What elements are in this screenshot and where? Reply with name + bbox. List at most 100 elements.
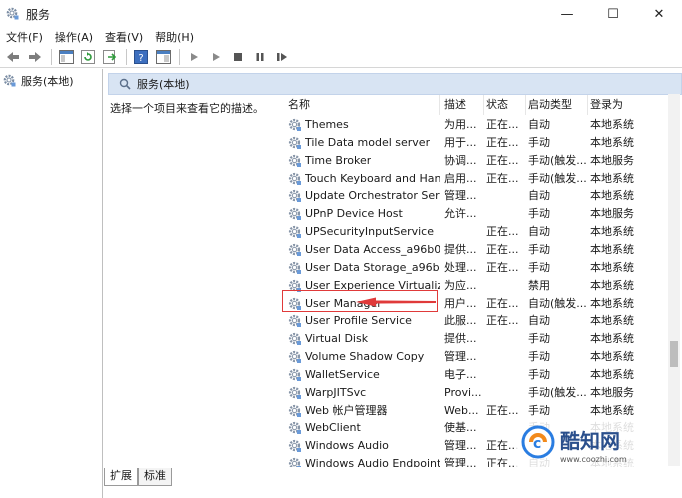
cell-description: Provi... xyxy=(444,385,482,399)
table-row[interactable]: Tile Data model server 用于... 正在... 手动 本地系统 xyxy=(284,134,666,152)
cell-startup-type: 自动 xyxy=(528,225,550,239)
cell-logon-as: 本地系统 xyxy=(590,367,634,381)
scrollbar-thumb[interactable] xyxy=(670,341,678,367)
close-button[interactable]: ✕ xyxy=(636,0,682,28)
cell-status xyxy=(486,205,526,223)
services-list: 名称 描述 状态 启动类型 登录为 Themes 为用... 正在... 自动 本地系统… xyxy=(284,95,666,467)
table-row[interactable]: User Data Access_a96b046 提供... 正在... 手动 本地系统 xyxy=(284,241,666,259)
forward-button[interactable] xyxy=(26,48,44,66)
cell-description: 协调... xyxy=(444,153,477,167)
menu-file[interactable]: 文件(F) xyxy=(0,29,49,45)
cell-startup-type: 禁用 xyxy=(528,278,550,292)
service-gear-icon xyxy=(288,261,301,274)
cell-startup-type: 自动(触发... xyxy=(528,296,587,310)
cell-logon-as: 本地系统 xyxy=(590,314,634,328)
cell-logon-as: 本地系统 xyxy=(590,135,634,149)
table-row[interactable]: User Profile Service 此服... 正在... 自动 本地系统 xyxy=(284,312,666,330)
table-row[interactable]: WalletService 电子... 手动 本地系统 xyxy=(284,366,666,384)
start-service-button[interactable] xyxy=(185,48,203,66)
service-name: WalletService xyxy=(305,367,380,381)
service-name: Windows Audio xyxy=(305,439,389,453)
export-list-button[interactable] xyxy=(101,48,119,66)
start-service-alt-button[interactable] xyxy=(207,48,225,66)
cell-startup-type: 手动 xyxy=(528,260,550,274)
svg-text:?: ? xyxy=(138,53,143,64)
column-header-name[interactable]: 名称 xyxy=(288,95,440,115)
service-gear-icon xyxy=(288,190,301,203)
table-row[interactable]: User Experience Virtualizat... 为应... 禁用 本地系… xyxy=(284,277,666,295)
service-name: Update Orchestrator Service xyxy=(305,189,440,203)
service-gear-icon xyxy=(288,136,301,149)
cell-description: 提供... xyxy=(444,242,477,256)
cell-description: 管理... xyxy=(444,439,477,453)
cell-status xyxy=(486,187,526,205)
cell-description: 启用... xyxy=(444,171,477,185)
service-name: Time Broker xyxy=(305,153,372,167)
service-name: User Data Access_a96b046 xyxy=(305,242,440,256)
minimize-button[interactable]: — xyxy=(544,0,590,28)
table-row[interactable]: User Manager 用户... 正在... 自动(触发... 本地系统 xyxy=(284,295,666,313)
refresh-button[interactable] xyxy=(79,48,97,66)
table-row[interactable]: User Data Storage_a96b046 处理... 正在... 手动 本地系… xyxy=(284,259,666,277)
arrow-left-icon xyxy=(7,51,19,62)
service-name: Tile Data model server xyxy=(305,135,431,149)
cell-startup-type: 自动 xyxy=(528,189,550,203)
column-header-status[interactable]: 状态 xyxy=(486,95,526,115)
cell-description xyxy=(444,223,484,241)
restart-icon xyxy=(277,52,287,61)
cell-name: Windows Audio xyxy=(288,437,440,455)
service-gear-icon xyxy=(288,225,301,239)
stop-service-button[interactable] xyxy=(229,48,247,66)
toolbar-separator xyxy=(179,48,180,65)
tab-standard[interactable]: 标准 xyxy=(138,468,172,486)
cell-startup-type: 手动 xyxy=(528,207,550,221)
tree-item-label: 服务(本地) xyxy=(21,75,74,88)
help-button[interactable]: ? xyxy=(132,48,150,66)
table-row[interactable]: Themes 为用... 正在... 自动 本地系统 xyxy=(284,116,666,134)
menu-action[interactable]: 操作(A) xyxy=(49,29,99,45)
cell-status: 正在... xyxy=(486,314,519,328)
cell-startup-type: 手动 xyxy=(528,403,550,417)
cell-status: 正在... xyxy=(486,242,519,256)
cell-logon-as: 本地系统 xyxy=(590,332,634,346)
service-gear-icon xyxy=(288,297,301,310)
column-header-startup-type[interactable]: 启动类型 xyxy=(528,95,588,115)
table-row[interactable]: Virtual Disk 提供... 手动 本地系统 xyxy=(284,330,666,348)
cell-description: 提供... xyxy=(444,332,477,346)
cell-description: 管理... xyxy=(444,350,477,364)
column-header-description[interactable]: 描述 xyxy=(444,95,484,115)
vertical-scrollbar[interactable] xyxy=(668,94,680,466)
restart-service-button[interactable] xyxy=(273,48,291,66)
service-gear-icon xyxy=(288,315,301,328)
table-row[interactable]: Volume Shadow Copy 管理... 手动 本地系统 xyxy=(284,348,666,366)
cell-logon-as: 本地系统 xyxy=(590,242,634,256)
table-row[interactable]: Web 帐户管理器 Web... 正在... 手动 本地系统 xyxy=(284,402,666,420)
table-row[interactable]: UPnP Device Host 允许... 手动 本地服务 xyxy=(284,205,666,223)
tree-item-services-local[interactable]: 服务(本地) xyxy=(3,73,74,89)
table-row[interactable]: Update Orchestrator Service 管理... 自动 本地系统 xyxy=(284,187,666,205)
back-button[interactable] xyxy=(4,48,22,66)
table-row[interactable]: Touch Keyboard and Hand... 启用... 正在... 手动(触… xyxy=(284,170,666,188)
column-header-logon-as[interactable]: 登录为 xyxy=(590,95,664,115)
toolbar-separator xyxy=(51,48,52,65)
tab-extended[interactable]: 扩展 xyxy=(104,468,138,486)
table-row[interactable]: WarpJITSvc Provi... 手动(触发... 本地服务 xyxy=(284,384,666,402)
table-row[interactable]: Time Broker 协调... 正在... 手动(触发... 本地服务 xyxy=(284,152,666,170)
service-name: Themes xyxy=(305,118,349,131)
cell-name: Touch Keyboard and Hand... xyxy=(288,170,440,188)
menu-bar: 文件(F) 操作(A) 查看(V) 帮助(H) xyxy=(0,28,682,46)
pause-service-button[interactable] xyxy=(251,48,269,66)
cell-name: UPSecurityInputService xyxy=(288,223,440,241)
toolbar-separator xyxy=(126,48,127,65)
menu-view[interactable]: 查看(V) xyxy=(99,29,149,45)
maximize-button[interactable]: ☐ xyxy=(590,0,636,28)
table-row[interactable]: UPSecurityInputService 正在... 自动 本地系统 xyxy=(284,223,666,241)
description-prompt: 选择一个项目来查看它的描述。 xyxy=(110,102,264,115)
cell-logon-as: 本地系统 xyxy=(590,189,634,203)
annotation-arrow-icon xyxy=(356,297,436,307)
cell-logon-as: 本地系统 xyxy=(590,278,634,292)
service-name: User Data Storage_a96b046 xyxy=(305,260,440,274)
properties-button[interactable] xyxy=(154,48,172,66)
show-tree-button[interactable] xyxy=(57,48,75,66)
menu-help[interactable]: 帮助(H) xyxy=(149,29,200,45)
